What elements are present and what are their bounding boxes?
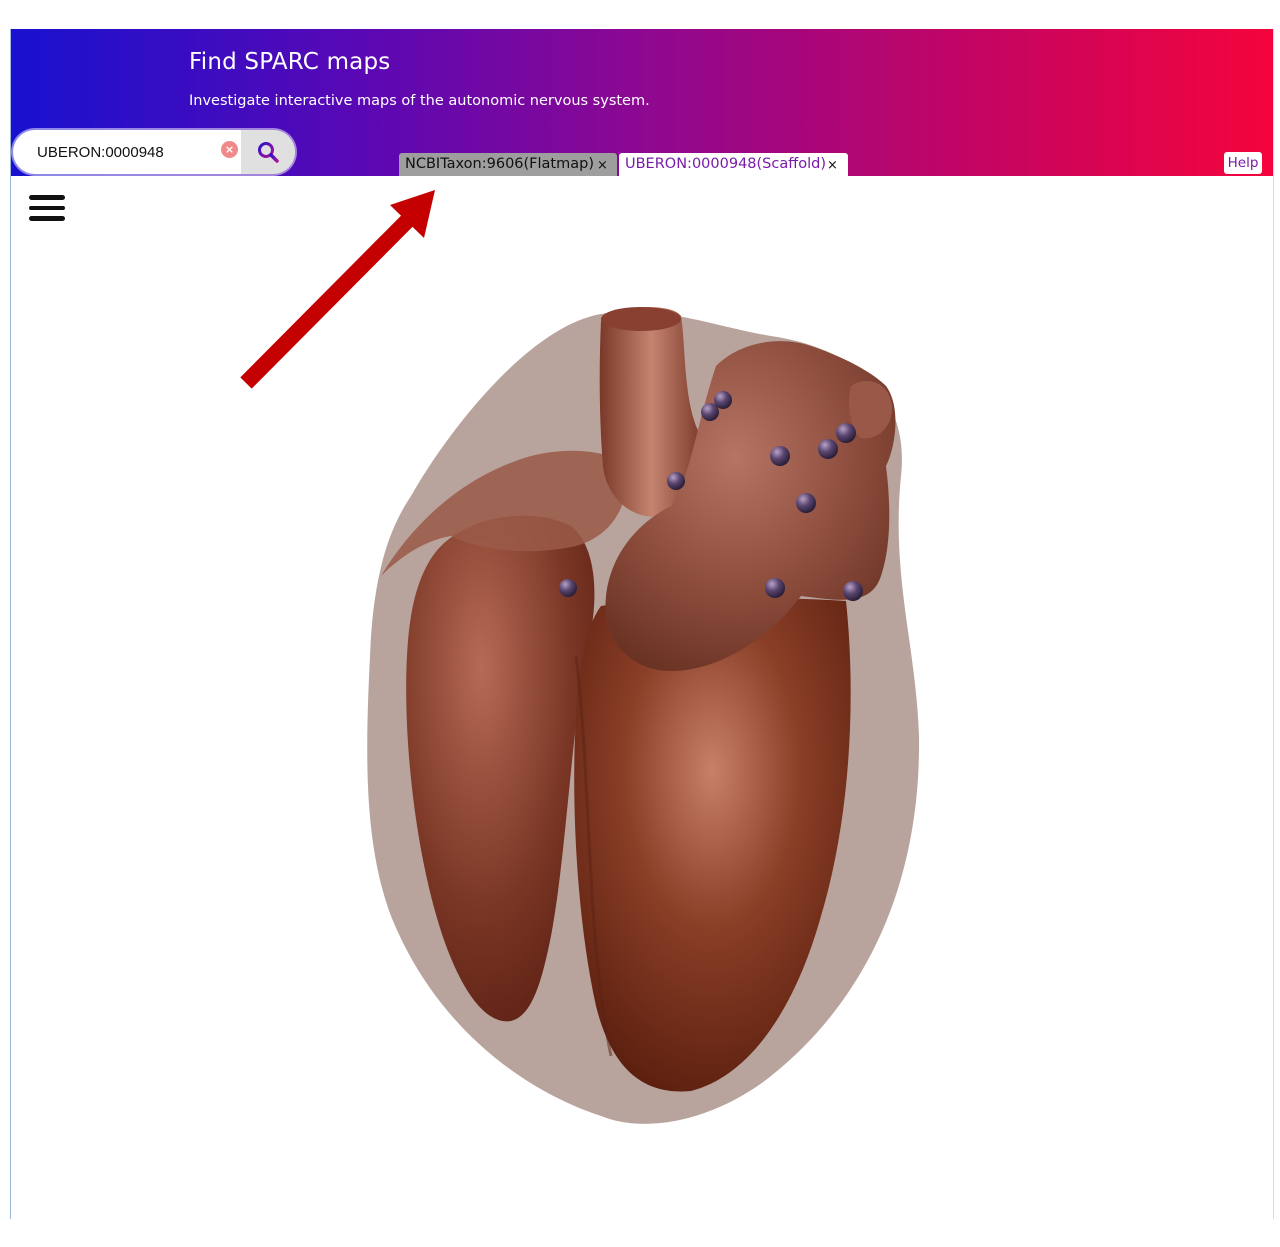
- heart-model[interactable]: [11, 176, 1273, 1219]
- marker[interactable]: [818, 439, 838, 459]
- header-banner: Find SPARC maps Investigate interactive …: [11, 29, 1273, 176]
- page-title: Find SPARC maps: [189, 49, 391, 75]
- marker[interactable]: [667, 472, 685, 490]
- tab-scaffold[interactable]: UBERON:0000948(Scaffold) ×: [619, 153, 848, 176]
- aorta-opening: [601, 307, 681, 331]
- marker[interactable]: [836, 423, 856, 443]
- marker[interactable]: [843, 581, 863, 601]
- tab-flatmap[interactable]: NCBITaxon:9606(Flatmap) ×: [399, 153, 617, 176]
- search-input[interactable]: [27, 130, 237, 174]
- page-subtitle: Investigate interactive maps of the auto…: [189, 93, 650, 109]
- marker[interactable]: [765, 578, 785, 598]
- x-circle-icon[interactable]: ×: [221, 141, 238, 158]
- search-bar: ×: [13, 130, 295, 174]
- marker[interactable]: [770, 446, 790, 466]
- app-frame: Find SPARC maps Investigate interactive …: [10, 29, 1274, 1219]
- scaffold-viewer[interactable]: [11, 176, 1273, 1219]
- help-button[interactable]: Help: [1224, 152, 1262, 174]
- magnifier-icon: [258, 142, 279, 163]
- search-button[interactable]: [241, 130, 295, 174]
- marker[interactable]: [714, 391, 732, 409]
- tab-scaffold-close-icon[interactable]: ×: [827, 154, 838, 177]
- tab-flatmap-close-icon[interactable]: ×: [597, 154, 608, 177]
- marker[interactable]: [559, 579, 577, 597]
- tab-flatmap-label: NCBITaxon:9606(Flatmap): [405, 156, 594, 172]
- marker[interactable]: [796, 493, 816, 513]
- tab-scaffold-label: UBERON:0000948(Scaffold): [625, 156, 826, 172]
